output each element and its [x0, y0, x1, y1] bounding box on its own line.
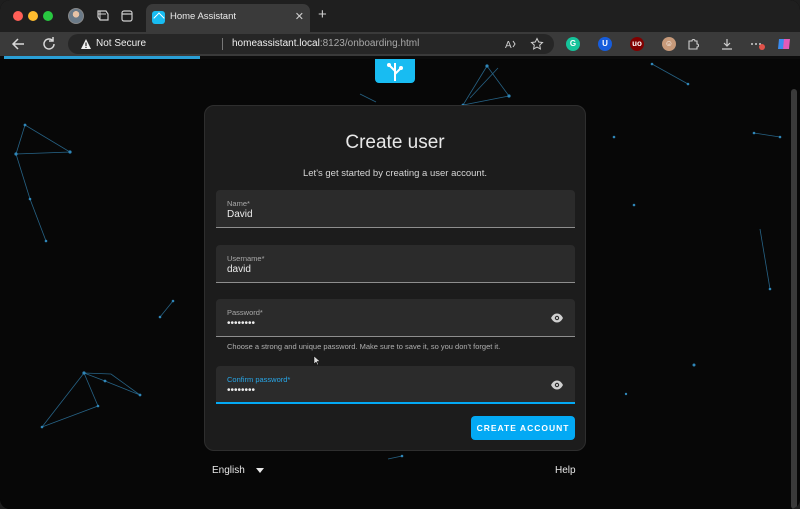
downloads-icon[interactable] — [720, 37, 734, 51]
grammarly-extension-icon[interactable]: G — [566, 37, 580, 51]
name-input[interactable]: David — [227, 209, 253, 220]
username-input[interactable]: david — [227, 264, 251, 275]
tab-title: Home Assistant — [170, 11, 236, 22]
address-bar[interactable]: Not Secure homeassistant.local:8123/onbo… — [68, 34, 554, 54]
show-password-eye-icon[interactable] — [550, 311, 564, 325]
favorite-star-icon[interactable] — [530, 37, 544, 51]
avatar-extension-icon[interactable]: ☺ — [662, 37, 676, 51]
username-label: Username* — [227, 254, 265, 263]
mouse-cursor-icon — [313, 355, 322, 368]
password-field[interactable]: Password* •••••••• — [216, 299, 575, 337]
more-options-icon[interactable] — [750, 37, 765, 51]
url-path: :8123/onboarding.html — [319, 38, 420, 49]
confirm-password-label: Confirm password* — [227, 375, 291, 384]
password-label: Password* — [227, 308, 263, 317]
browser-window: Home Assistant ✕ + Not Secure homeassist… — [0, 0, 800, 509]
maximize-window-button[interactable] — [43, 11, 53, 21]
back-arrow-icon[interactable] — [10, 35, 28, 53]
close-window-button[interactable] — [13, 11, 23, 21]
language-selector[interactable]: English — [212, 465, 245, 476]
password-helper-text: Choose a strong and unique password. Mak… — [227, 342, 501, 351]
page-title: Create user — [345, 132, 445, 153]
minimize-window-button[interactable] — [28, 11, 38, 21]
create-account-button[interactable]: CREATE ACCOUNT — [471, 416, 575, 440]
tab-home-assistant[interactable]: Home Assistant ✕ — [146, 4, 310, 32]
svg-text:A: A — [505, 40, 512, 51]
page-content: Create user Let's get started by creatin… — [0, 59, 800, 509]
confirm-password-input[interactable]: •••••••• — [227, 385, 255, 396]
ublock-extension-icon[interactable]: uo — [630, 37, 644, 51]
help-link[interactable]: Help — [555, 465, 576, 476]
confirm-password-field[interactable]: Confirm password* •••••••• — [216, 366, 575, 404]
address-divider — [222, 38, 223, 50]
browser-toolbar: Not Secure homeassistant.local:8123/onbo… — [0, 32, 800, 56]
name-field[interactable]: Name* David — [216, 190, 575, 228]
profile-avatar[interactable] — [68, 8, 84, 24]
bitwarden-extension-icon[interactable]: U — [598, 37, 612, 51]
username-field[interactable]: Username* david — [216, 245, 575, 283]
copilot-icon[interactable] — [776, 36, 790, 50]
page-subtitle: Let's get started by creating a user acc… — [302, 168, 487, 179]
page-scrollbar[interactable] — [791, 89, 797, 509]
read-aloud-icon[interactable]: A — [504, 37, 518, 51]
close-tab-icon[interactable]: ✕ — [295, 10, 304, 23]
extensions-puzzle-icon[interactable] — [686, 37, 700, 51]
tab-bar: Home Assistant ✕ + — [0, 0, 800, 32]
workspaces-icon[interactable] — [96, 9, 110, 23]
url-host: homeassistant.local — [232, 38, 320, 49]
password-input[interactable]: •••••••• — [227, 318, 255, 329]
url-text[interactable]: homeassistant.local:8123/onboarding.html — [232, 38, 419, 49]
tab-actions-icon[interactable] — [120, 9, 134, 23]
home-assistant-logo-icon — [375, 59, 415, 83]
chevron-down-icon[interactable] — [256, 468, 264, 473]
new-tab-button[interactable]: + — [318, 7, 327, 23]
reload-icon[interactable] — [40, 35, 58, 53]
warning-icon — [80, 38, 92, 50]
name-label: Name* — [227, 199, 250, 208]
show-confirm-password-eye-icon[interactable] — [550, 378, 564, 392]
home-assistant-favicon-icon — [152, 11, 165, 24]
security-label[interactable]: Not Secure — [96, 38, 146, 49]
create-user-card: Create user Let's get started by creatin… — [204, 105, 586, 451]
